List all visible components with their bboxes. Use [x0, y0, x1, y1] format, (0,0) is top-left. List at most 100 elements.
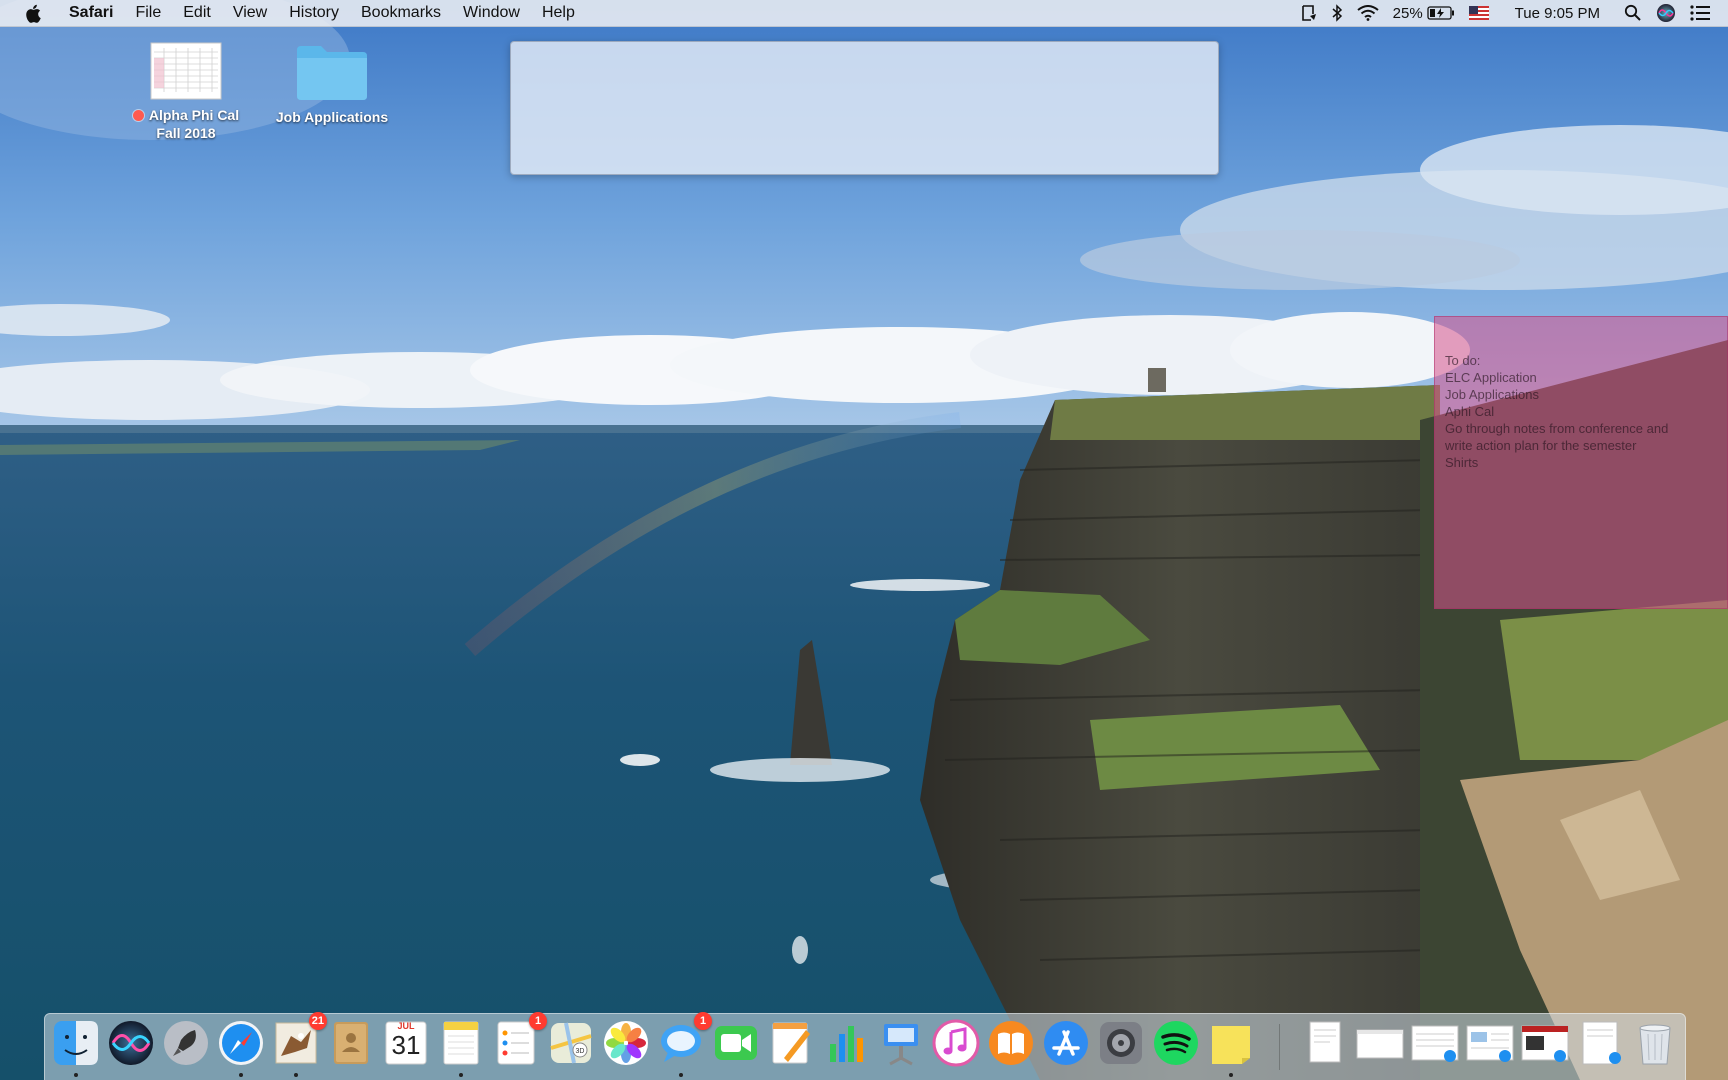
spotlight-search-icon[interactable]	[1624, 0, 1642, 26]
dock-itunes[interactable]	[931, 1018, 981, 1068]
dock-trash[interactable]	[1630, 1018, 1680, 1068]
dock-spotify[interactable]	[1151, 1018, 1201, 1068]
sticky-note[interactable]: To do: ELC Application Job Applications …	[1434, 316, 1728, 609]
app-store-icon	[1044, 1021, 1088, 1065]
dock-safari[interactable]	[216, 1018, 266, 1077]
dock-siri[interactable]	[106, 1018, 156, 1068]
sticky-line: To do:	[1445, 353, 1481, 368]
contacts-book-icon	[334, 1022, 368, 1064]
safari-compass-icon	[219, 1021, 263, 1065]
menu-window[interactable]: Window	[452, 0, 531, 26]
dock-notes[interactable]	[436, 1018, 486, 1077]
desktop-folder-job-applications[interactable]: Job Applications	[262, 42, 402, 126]
running-indicator	[74, 1073, 78, 1077]
window-thumbnail-icon	[1466, 1025, 1514, 1062]
menu-app-safari[interactable]: Safari	[58, 0, 124, 26]
dock-maps[interactable]: 3D	[546, 1018, 596, 1068]
sticky-line: ELC Application	[1445, 370, 1537, 385]
dock-separator	[1279, 1024, 1280, 1070]
us-flag-input-icon[interactable]	[1468, 0, 1489, 26]
dock-reminders[interactable]: 1	[491, 1012, 547, 1068]
battery-percent: 25%	[1392, 4, 1423, 22]
dock-contacts[interactable]	[326, 1018, 376, 1068]
mail-unread-badge: 21	[308, 1012, 327, 1030]
sticky-line: write action plan for the semester	[1445, 438, 1637, 453]
svg-text:3D: 3D	[576, 1048, 585, 1055]
dock-books[interactable]	[986, 1018, 1036, 1068]
sticky-line: Aphi Cal	[1445, 404, 1495, 419]
dock-minimized-window-3[interactable]	[1465, 1018, 1515, 1068]
window-thumbnail-icon	[1411, 1025, 1459, 1062]
dock-keynote[interactable]	[876, 1018, 926, 1068]
window-thumbnail-icon	[1521, 1025, 1569, 1062]
running-indicator	[239, 1073, 243, 1077]
books-icon	[989, 1021, 1033, 1065]
document-stack-icon	[1309, 1021, 1341, 1063]
running-indicator	[1229, 1073, 1233, 1077]
spreadsheet-document-icon	[150, 42, 222, 100]
messages-badge: 1	[694, 1012, 712, 1030]
menu-clock[interactable]: Tue 9:05 PM	[1515, 5, 1600, 22]
pages-pen-icon	[772, 1022, 810, 1064]
dock-launchpad[interactable]	[161, 1018, 211, 1068]
desktop-file-alpha-phi-cal[interactable]: Alpha Phi Cal Fall 2018	[116, 42, 256, 142]
dock-pages[interactable]	[766, 1018, 816, 1068]
window-thumbnail-icon	[1356, 1029, 1404, 1059]
folder-icon	[297, 46, 367, 100]
gear-icon	[1100, 1022, 1142, 1064]
stickies-note-icon	[1212, 1026, 1250, 1064]
running-indicator	[294, 1073, 298, 1077]
itunes-music-icon	[932, 1019, 980, 1067]
airplay-screen-icon[interactable]	[1301, 0, 1317, 26]
dock-facetime[interactable]	[711, 1018, 761, 1068]
dock-numbers[interactable]	[821, 1018, 871, 1068]
menu-bar-status: 25% Tue 9:05 PM	[1301, 0, 1728, 26]
menu-bookmarks[interactable]: Bookmarks	[350, 0, 452, 26]
facetime-camera-icon	[715, 1026, 757, 1060]
launchpad-rocket-icon	[164, 1021, 208, 1065]
translucent-panel[interactable]	[510, 41, 1219, 175]
sticky-line: Shirts	[1445, 455, 1479, 470]
dock-minimized-window-2[interactable]	[1410, 1018, 1460, 1068]
finder-icon	[54, 1021, 98, 1065]
bluetooth-icon[interactable]	[1331, 0, 1343, 26]
dock-calendar[interactable]: JUL 31	[381, 1018, 431, 1068]
spotify-icon	[1154, 1021, 1198, 1065]
dock-minimized-window-5[interactable]	[1575, 1018, 1625, 1068]
menu-history[interactable]: History	[278, 0, 350, 26]
menu-bar: Safari File Edit View History Bookmarks …	[0, 0, 1728, 27]
photos-flower-icon	[604, 1021, 648, 1065]
siri-icon[interactable]	[1656, 0, 1676, 26]
dock-system-preferences[interactable]	[1096, 1018, 1146, 1068]
menu-file[interactable]: File	[124, 0, 172, 26]
red-tag-icon	[132, 110, 144, 121]
battery-charging-icon[interactable]	[1427, 0, 1455, 26]
dock-photos[interactable]	[601, 1018, 651, 1068]
trash-icon	[1639, 1024, 1671, 1065]
maps-icon: 3D	[550, 1022, 592, 1064]
dock-downloads-stack[interactable]	[1300, 1018, 1350, 1068]
dock-mail[interactable]: 21	[271, 1012, 327, 1077]
dock: 21 JUL 31 1 3D 1	[44, 1012, 1686, 1080]
running-indicator	[679, 1073, 683, 1077]
notification-center-icon[interactable]	[1690, 0, 1710, 26]
dock-minimized-window-1[interactable]	[1355, 1018, 1405, 1068]
wifi-icon[interactable]	[1357, 0, 1379, 26]
notes-icon	[443, 1021, 479, 1065]
dock-finder[interactable]	[51, 1018, 101, 1077]
sticky-line: Job Applications	[1445, 387, 1539, 402]
calendar-day: 31	[391, 1030, 421, 1060]
sticky-note-text[interactable]: To do: ELC Application Job Applications …	[1445, 352, 1715, 471]
reminders-badge: 1	[529, 1012, 547, 1030]
menu-edit[interactable]: Edit	[172, 0, 222, 26]
menu-bar-left: Safari File Edit View History Bookmarks …	[0, 0, 586, 26]
desktop-file-label: Alpha Phi Cal Fall 2018	[116, 106, 256, 142]
window-thumbnail-icon	[1582, 1021, 1621, 1065]
menu-help[interactable]: Help	[531, 0, 586, 26]
dock-minimized-window-4[interactable]	[1520, 1018, 1570, 1068]
dock-messages[interactable]: 1	[656, 1012, 712, 1077]
apple-menu-icon[interactable]	[20, 0, 46, 26]
dock-app-store[interactable]	[1041, 1018, 1091, 1068]
menu-view[interactable]: View	[222, 0, 278, 26]
dock-stickies[interactable]	[1206, 1018, 1256, 1077]
